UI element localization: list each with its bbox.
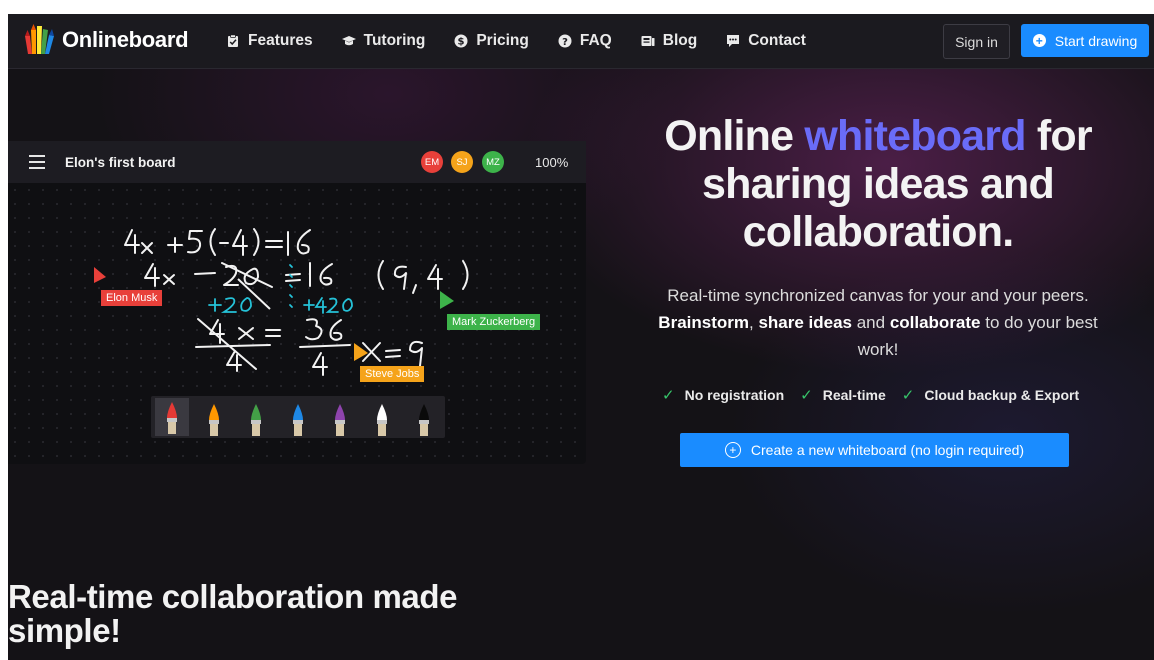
nav-link-label: Features (248, 32, 313, 49)
pen-orange[interactable] (197, 402, 231, 441)
cursor-label-steve: Steve Jobs (360, 366, 425, 382)
subtitle-bold: collaborate (889, 313, 981, 332)
green-pen-icon (251, 404, 261, 436)
nav-link-features[interactable]: Features (226, 32, 313, 50)
feature-item: ✓ Cloud backup & Export (902, 386, 1079, 404)
pen-black[interactable] (407, 402, 441, 441)
plus-circle-icon: + (1032, 34, 1046, 47)
start-drawing-label: Start drawing (1054, 32, 1138, 49)
feature-checklist: ✓ No registration ✓ Real-time ✓ Cloud ba… (662, 386, 1095, 404)
pen-toolbar (151, 396, 445, 438)
sign-in-button[interactable]: Sign in (943, 24, 1010, 59)
feature-label: Real-time (822, 387, 886, 403)
hero-title-pre: Online (664, 112, 805, 160)
blog-icon (641, 36, 655, 46)
avatar-initials: EM (424, 156, 440, 168)
create-whiteboard-button[interactable]: + Create a new whiteboard (no login requ… (680, 433, 1069, 467)
cursor-pointer-icon (94, 267, 106, 283)
nav-links: Features Tutoring $ Pricing ? FAQ Blog C… (226, 14, 835, 68)
nav-link-contact[interactable]: Contact (726, 32, 806, 50)
nav-link-label: Contact (748, 32, 806, 49)
board-title: Elon's first board (65, 155, 176, 170)
pen-red[interactable] (155, 398, 189, 436)
nav-link-label: Blog (662, 32, 698, 49)
pen-blue[interactable] (281, 402, 315, 441)
svg-text:$: $ (458, 37, 465, 48)
cursor-label-mark: Mark Zuckerberg (447, 314, 541, 330)
hero-subtitle: Real-time synchronized canvas for your a… (648, 282, 1108, 363)
avatar[interactable]: EM (421, 151, 443, 173)
purple-pen-icon (335, 404, 345, 436)
avatar-initials: SJ (456, 156, 468, 168)
section-title: Real-time collaboration made simple! (8, 578, 458, 649)
dollar-circle-icon: $ (454, 34, 468, 48)
red-pen-icon (167, 402, 177, 434)
zoom-level: 100% (535, 155, 569, 170)
crayons-logo-icon (25, 24, 54, 54)
comment-icon (727, 35, 740, 47)
brand-logo[interactable]: Onlineboard (22, 24, 189, 56)
black-pen-icon (419, 404, 429, 436)
start-drawing-button[interactable]: + Start drawing (1021, 24, 1149, 57)
blue-pen-icon (293, 404, 303, 436)
subtitle-text: and (852, 313, 890, 332)
whiteboard-preview: Elon's first board EM SJ MZ 100% Elon Mu… (8, 141, 586, 464)
nav-link-blog[interactable]: Blog (641, 32, 697, 50)
nav-link-faq[interactable]: ? FAQ (558, 32, 612, 50)
hamburger-menu-icon[interactable] (29, 155, 45, 173)
hero-title: Online whiteboard for sharing ideas and … (638, 112, 1118, 256)
page-frame: Onlineboard Features Tutoring $ Pricing … (8, 14, 1154, 660)
nav-link-label: Tutoring (363, 32, 426, 49)
feature-label: Cloud backup & Export (924, 387, 1080, 403)
cursor-label-elon: Elon Musk (101, 290, 163, 306)
handwritten-math-drawing (94, 228, 469, 376)
nav-link-label: FAQ (579, 32, 612, 49)
board-header: Elon's first board EM SJ MZ 100% (8, 141, 586, 183)
checkmark-icon: ✓ (901, 387, 915, 404)
nav-link-label: Pricing (476, 32, 529, 49)
checkmark-icon: ✓ (800, 387, 813, 404)
nav-link-tutoring[interactable]: Tutoring (341, 32, 426, 50)
graduation-cap-icon (341, 36, 356, 46)
avatar[interactable]: MZ (482, 151, 504, 173)
nav-link-pricing[interactable]: $ Pricing (454, 32, 529, 50)
brand-name: Onlineboard (62, 27, 189, 52)
subtitle-bold: Brainstorm (658, 313, 749, 332)
feature-item: ✓ Real-time (800, 386, 886, 404)
hero-title-accent: whiteboard (804, 112, 1026, 160)
plus-circle-icon: + (724, 442, 741, 458)
feature-item: ✓ No registration (662, 386, 784, 404)
avatar[interactable]: SJ (451, 151, 473, 173)
pen-white[interactable] (365, 402, 399, 441)
pen-purple[interactable] (323, 402, 357, 441)
orange-pen-icon (209, 404, 219, 436)
clipboard-check-icon (228, 34, 238, 47)
checkmark-icon: ✓ (662, 387, 675, 404)
top-navbar: Onlineboard Features Tutoring $ Pricing … (8, 14, 1154, 69)
white-pen-icon (377, 404, 387, 436)
subtitle-bold: share ideas (758, 313, 852, 332)
svg-text:?: ? (562, 37, 568, 48)
create-whiteboard-label: Create a new whiteboard (no login requir… (750, 442, 1025, 458)
subtitle-text: Real-time synchronized canvas for your a… (667, 286, 1089, 305)
cursor-pointer-icon (440, 291, 454, 309)
pen-green[interactable] (239, 402, 273, 441)
feature-label: No registration (684, 387, 785, 403)
question-circle-icon: ? (558, 34, 572, 48)
avatar-initials: MZ (486, 156, 500, 168)
